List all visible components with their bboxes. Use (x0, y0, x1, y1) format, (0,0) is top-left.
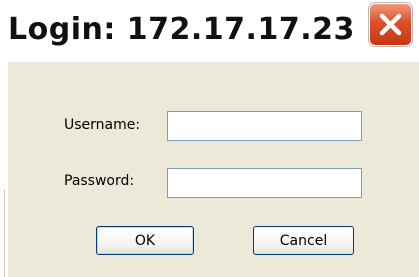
window-edge-line (4, 190, 5, 277)
dialog-body: Username: Password: OK Cancel (8, 62, 419, 277)
title-bar: Login: 172.17.17.23 (0, 0, 419, 62)
cancel-button[interactable]: Cancel (253, 226, 354, 255)
close-button[interactable] (369, 3, 412, 46)
login-dialog: Login: 172.17.17.23 Username: Password: … (0, 0, 419, 277)
username-label: Username: (64, 117, 141, 133)
password-label: Password: (64, 173, 135, 189)
username-field[interactable] (167, 111, 362, 141)
window-title: Login: 172.17.17.23 (8, 12, 355, 47)
password-field[interactable] (167, 168, 362, 198)
close-icon (379, 13, 402, 36)
ok-button[interactable]: OK (96, 226, 194, 255)
